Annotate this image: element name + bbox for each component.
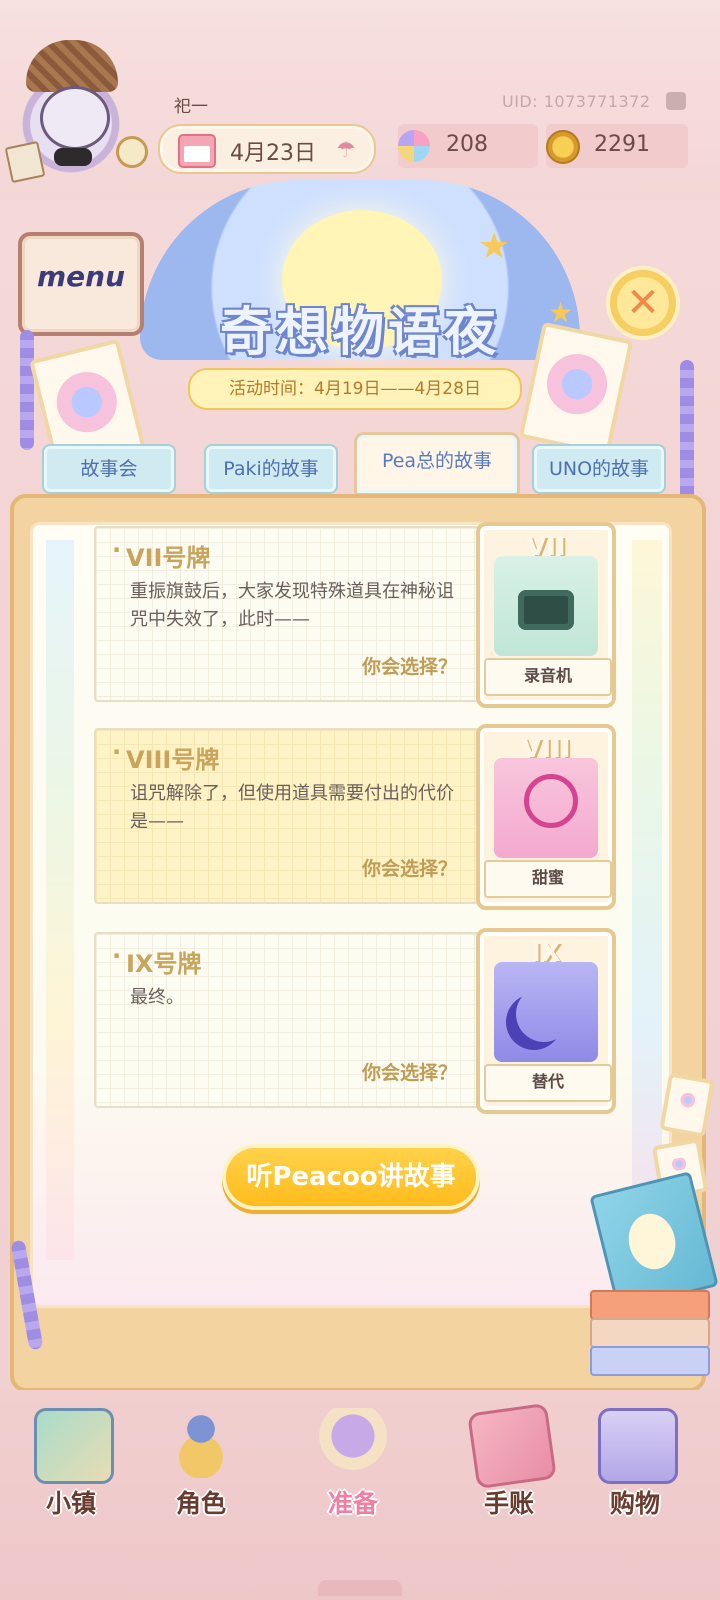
story-item-vii[interactable]: VII号牌 重振旗鼓后，大家发现特殊道具在神秘诅咒中失效了，此时—— 你会选择？… — [94, 522, 616, 708]
bow-tie-icon — [54, 148, 92, 166]
bottom-handle — [318, 1580, 402, 1596]
story-title: VIII号牌 — [112, 738, 219, 775]
lavender-decoration — [680, 360, 694, 510]
card-name: 甜蜜 — [484, 860, 612, 898]
gem-counter[interactable]: 208 — [398, 124, 538, 168]
story-title: VII号牌 — [112, 536, 211, 573]
coin-counter[interactable]: 2291 — [546, 124, 688, 168]
story-item-viii[interactable]: VIII号牌 诅咒解除了，但使用道具需要付出的代价是—— 你会选择？ VIII … — [94, 724, 616, 910]
close-button[interactable]: ✕ — [610, 270, 676, 336]
tarot-card[interactable]: IX 替代 — [476, 928, 616, 1114]
flower-gem-icon — [398, 130, 430, 162]
tab-pea-story[interactable]: Pea总的故事 — [354, 432, 520, 496]
nav-town[interactable]: 小镇 — [16, 1400, 126, 1530]
nav-label: 小镇 — [45, 1489, 96, 1518]
story-description: 最终。 — [130, 987, 184, 1008]
nav-label: 手账 — [483, 1489, 534, 1518]
nav-character[interactable]: 角色 — [146, 1400, 256, 1530]
menu-sign-text: menu — [36, 260, 126, 293]
story-item-ix[interactable]: IX号牌 最终。 你会选择？ IX 替代 — [94, 928, 616, 1114]
coin-icon — [546, 130, 580, 164]
close-icon: ✕ — [626, 280, 660, 326]
radio-icon — [494, 556, 598, 656]
listen-story-button[interactable]: 听Peacoo讲故事 — [226, 1148, 476, 1206]
nav-shop[interactable]: 购物 — [580, 1400, 690, 1530]
cat-face-icon — [40, 86, 110, 150]
player-avatar[interactable] — [4, 40, 148, 184]
nav-label: 准备 — [327, 1489, 378, 1518]
tarot-card[interactable]: VII 录音机 — [476, 522, 616, 708]
tarot-card-decoration — [659, 1072, 715, 1138]
nav-label: 角色 — [175, 1489, 226, 1518]
diary-icon — [467, 1402, 557, 1490]
tab-paki-story[interactable]: Paki的故事 — [204, 444, 338, 494]
date-display[interactable]: 4月23日 ☂ — [158, 124, 376, 174]
rainbow-border — [46, 540, 74, 1260]
player-uid: UID: 1073771372 — [502, 92, 651, 111]
card-name: 替代 — [484, 1064, 612, 1102]
pocket-watch-icon — [116, 136, 148, 168]
star-icon: ★ — [478, 226, 511, 267]
prepare-hat-icon — [316, 1408, 390, 1478]
detective-hat-icon — [26, 40, 118, 92]
book-icon — [4, 140, 46, 184]
map-icon — [34, 1408, 114, 1484]
event-time: 活动时间：4月19日——4月28日 — [188, 368, 522, 410]
choose-prompt[interactable]: 你会选择？ — [362, 652, 457, 679]
shopping-bag-icon — [598, 1408, 678, 1484]
umbrella-icon: ☂ — [336, 138, 356, 163]
nav-label: 购物 — [609, 1489, 660, 1518]
tab-story-meeting[interactable]: 故事会 — [42, 444, 176, 494]
story-title: IX号牌 — [112, 942, 202, 979]
nav-prepare[interactable]: 准备 — [298, 1400, 408, 1530]
gem-value: 208 — [446, 132, 488, 157]
choose-prompt[interactable]: 你会选择？ — [362, 1058, 457, 1085]
story-description: 诅咒解除了，但使用道具需要付出的代价是—— — [130, 783, 454, 832]
copy-icon[interactable] — [666, 92, 686, 110]
choose-prompt[interactable]: 你会选择？ — [362, 854, 457, 881]
lollipop-icon — [494, 758, 598, 858]
card-name: 录音机 — [484, 658, 612, 696]
character-icon — [164, 1408, 238, 1478]
story-description: 重振旗鼓后，大家发现特殊道具在神秘诅咒中失效了，此时—— — [130, 581, 454, 630]
date-text: 4月23日 — [230, 141, 316, 166]
castle-moon-icon — [494, 962, 598, 1062]
coin-value: 2291 — [594, 132, 650, 157]
nav-diary[interactable]: 手账 — [454, 1400, 564, 1530]
book-stack-decoration — [590, 1290, 710, 1380]
tarot-card[interactable]: VIII 甜蜜 — [476, 724, 616, 910]
tab-uno-story[interactable]: UNO的故事 — [532, 444, 666, 494]
player-name: 祀一 — [174, 97, 208, 117]
calendar-icon — [178, 134, 216, 168]
